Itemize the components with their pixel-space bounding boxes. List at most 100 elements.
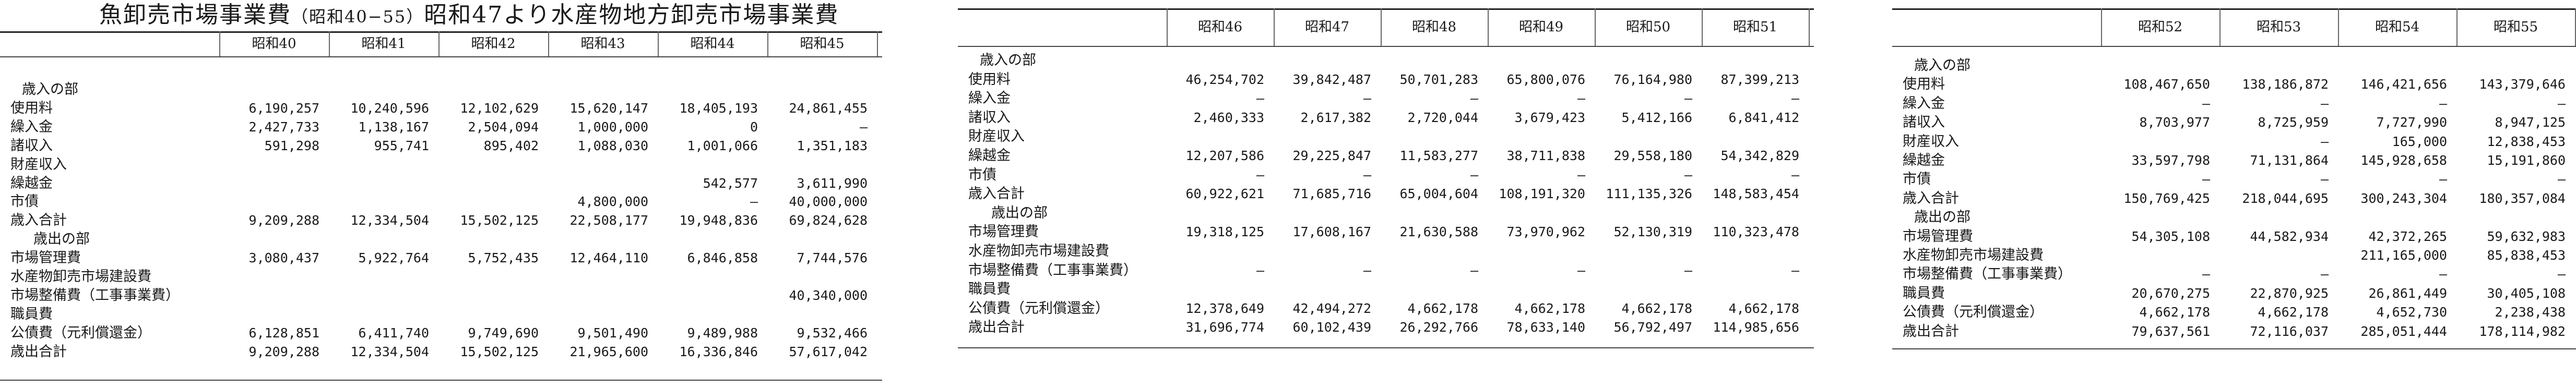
value-cell	[1595, 204, 1692, 223]
value-cell	[329, 230, 429, 249]
value-cell: 138,186,872	[2242, 77, 2329, 92]
value-cell	[1381, 242, 1478, 261]
value-cell: 111,135,326	[1606, 186, 1692, 202]
value-cell: —	[1577, 262, 1585, 278]
value-cell	[438, 305, 539, 324]
value-cell: 3,611,990	[797, 175, 868, 191]
value-cell: —	[2439, 172, 2447, 187]
table-row: 歳出の部	[958, 204, 1814, 223]
table-row: 諸収入 591,298 955,741 895,402 1,088,030 1,001,0…	[0, 137, 882, 155]
value-cell: 38,711,838	[1506, 148, 1585, 163]
table-row: 市債 — — — —	[1892, 170, 2576, 189]
value-cell: —	[1684, 262, 1692, 278]
value-cell	[1167, 127, 1264, 146]
value-cell	[1702, 51, 1799, 70]
value-cell	[2101, 132, 2210, 151]
value-cell: —	[1577, 167, 1585, 183]
value-cell: —	[1791, 262, 1799, 278]
financial-table-1: 昭和40 昭和41 昭和42 昭和43 昭和44 昭和45 歳入の部 使用料 6,190,257…	[0, 0, 882, 388]
value-cell: 65,800,076	[1506, 71, 1585, 87]
column-header: 昭和48	[1411, 19, 1457, 35]
value-cell: 29,225,847	[1292, 148, 1371, 163]
value-cell: 21,965,600	[569, 344, 648, 359]
table-row: 公債費（元利償還金） 4,662,178 4,662,178 4,652,730 2,2…	[1892, 303, 2576, 322]
value-cell: 7,727,990	[2376, 115, 2447, 130]
table-bottom-rule	[0, 380, 882, 381]
table-row: 市債 — — — — — —	[958, 166, 1814, 185]
value-cell: 1,138,167	[358, 119, 429, 135]
value-cell: 71,131,864	[2250, 153, 2329, 168]
value-cell	[1488, 280, 1585, 299]
value-cell: —	[1470, 167, 1478, 183]
value-cell	[219, 305, 319, 324]
value-cell: —	[1791, 91, 1799, 106]
value-cell	[438, 80, 539, 99]
value-cell: —	[2320, 172, 2329, 187]
value-cell	[1488, 127, 1585, 146]
value-cell	[658, 305, 758, 324]
row-label: 繰越金	[968, 148, 1011, 164]
value-cell: 1,001,066	[687, 138, 758, 153]
value-cell: 12,334,504	[350, 344, 429, 359]
value-cell: 148,583,454	[1713, 186, 1799, 202]
value-cell: —	[2557, 266, 2566, 282]
value-cell: 285,051,444	[2360, 323, 2447, 339]
row-label: 使用料	[968, 71, 1011, 88]
row-label: 市場整備費（工事事業費）	[968, 262, 1137, 278]
table-row: 諸収入 8,703,977 8,725,959 7,727,990 8,947,125	[1892, 113, 2576, 132]
row-label: 歳出の部	[991, 204, 1048, 221]
row-label: 市場管理費	[1903, 228, 1973, 245]
value-cell: —	[1791, 167, 1799, 183]
value-cell: 5,412,166	[1621, 110, 1692, 125]
row-label: 繰入金	[968, 90, 1011, 107]
value-cell: 4,662,178	[1514, 300, 1585, 316]
value-cell	[548, 286, 648, 305]
value-cell	[1274, 127, 1371, 146]
value-cell: 4,662,178	[1621, 300, 1692, 316]
value-cell: —	[2557, 95, 2566, 111]
value-cell: 4,662,178	[2258, 305, 2329, 320]
value-cell	[1167, 280, 1264, 299]
value-cell: 12,334,504	[350, 213, 429, 228]
value-cell: 79,637,561	[2131, 323, 2210, 339]
value-cell: —	[859, 119, 868, 135]
value-cell	[1167, 242, 1264, 261]
value-cell: 3,679,423	[1514, 110, 1585, 125]
value-cell: —	[1684, 91, 1692, 106]
value-cell	[219, 155, 319, 174]
value-cell	[548, 80, 648, 99]
value-cell	[2219, 56, 2329, 75]
table-bottom-rule	[958, 347, 1814, 348]
table-row: 市債 4,800,000 — 40,000,000	[0, 192, 882, 211]
value-cell: 50,701,283	[1399, 71, 1478, 87]
table-row: 歳入の部	[0, 80, 882, 99]
value-cell	[767, 80, 868, 99]
column-header: 昭和43	[580, 36, 625, 52]
value-cell: 73,970,962	[1506, 224, 1585, 240]
value-cell	[767, 268, 868, 286]
value-cell: 4,662,178	[2139, 305, 2210, 320]
value-cell: 59,632,983	[2487, 228, 2566, 244]
column-header: 昭和50	[1625, 19, 1671, 35]
table-row: 市場管理費 54,305,108 44,582,934 42,372,265 59,63…	[1892, 227, 2576, 246]
value-cell	[329, 192, 429, 211]
value-cell: 40,000,000	[789, 194, 868, 210]
value-cell: 26,292,766	[1399, 320, 1478, 335]
row-label: 公債費（元利償還金）	[1903, 304, 2044, 321]
row-label: 繰入金	[1903, 95, 1945, 112]
header-bottom-rule	[0, 56, 882, 57]
value-cell: —	[2320, 95, 2329, 111]
value-cell	[548, 305, 648, 324]
value-cell: —	[2320, 134, 2329, 149]
value-cell	[658, 286, 758, 305]
value-cell: 15,502,125	[460, 344, 539, 359]
value-cell: 24,861,455	[789, 100, 868, 116]
value-cell: 6,841,412	[1728, 110, 1799, 125]
value-cell: 4,652,730	[2376, 305, 2447, 320]
value-cell: 15,191,860	[2487, 153, 2566, 168]
table-row: 職員費 20,670,275 22,870,925 26,861,449 30,405,…	[1892, 284, 2576, 303]
value-cell	[548, 230, 648, 249]
table-bottom-rule	[1892, 348, 2576, 349]
value-cell	[658, 230, 758, 249]
table-row: 市場整備費（工事事業費） 40,340,000	[0, 286, 882, 305]
